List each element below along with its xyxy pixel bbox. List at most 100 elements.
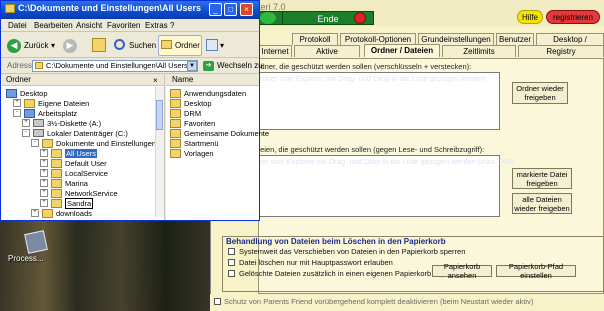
folder-icon [170, 108, 181, 118]
menu-ansicht[interactable]: Ansicht [76, 21, 102, 30]
list-item-label: Startmenü [184, 138, 219, 148]
list-item[interactable]: Desktop [170, 98, 212, 108]
tab-aktive-programme[interactable]: Aktive Programme [294, 45, 360, 67]
folder-tree-title: Ordner [6, 75, 31, 84]
explorer-title: C:\Dokumente und Einstellungen\All Users [18, 3, 202, 13]
desktop-icon [6, 88, 17, 98]
set-recycle-bin-path-button[interactable]: Papierkorb-Pfad einstellen [496, 262, 576, 280]
folder-icon [170, 138, 181, 148]
expand-icon[interactable]: + [13, 99, 21, 107]
register-button[interactable]: registrieren [546, 10, 600, 24]
expand-icon[interactable]: + [40, 169, 48, 177]
back-button-label[interactable]: Zurück [24, 41, 48, 50]
go-arrow-icon[interactable]: ➔ [203, 61, 214, 71]
close-button[interactable]: × [240, 3, 253, 16]
unlock-all-files-button[interactable]: alle Dateien wieder freigeben [512, 193, 572, 214]
list-item[interactable]: DRM [170, 108, 201, 118]
folder-icon [170, 148, 181, 158]
tab-zeitlimits[interactable]: Zeitlimits [442, 45, 516, 57]
forward-arrow-icon[interactable]: ▶ [63, 39, 77, 53]
menu-favoriten[interactable]: Favoriten [107, 21, 140, 30]
tree-scrollbar-thumb[interactable] [156, 100, 163, 130]
back-dropdown-icon[interactable]: ▾ [51, 41, 55, 50]
tree-item[interactable]: + downloads [31, 208, 92, 218]
tree-item-label: Dokumente und Einstellungen [56, 138, 157, 148]
expand-icon[interactable]: + [40, 149, 48, 157]
menu-datei[interactable]: Datei [8, 21, 27, 30]
address-value[interactable]: C:\Dokumente und Einstellungen\All Users [46, 61, 188, 70]
expand-icon[interactable]: + [22, 119, 30, 127]
folders-description: rdner, die geschützt werden sollen (vers… [258, 62, 472, 71]
help-button[interactable]: Hilfe [517, 10, 543, 24]
tree-item[interactable]: +3½-Diskette (A:) [22, 118, 101, 128]
tab-protokoll[interactable]: Protokoll [292, 33, 338, 45]
go-button-label[interactable]: Wechseln zu [217, 61, 263, 70]
tree-item[interactable]: + NetworkService [40, 188, 118, 198]
option-password-delete-checkbox[interactable] [228, 259, 235, 266]
expand-icon[interactable]: + [31, 209, 39, 217]
tree-item[interactable]: - Dokumente und Einstellungen [31, 138, 156, 148]
list-item[interactable]: Favoriten [170, 118, 215, 128]
option-copy-bin-checkbox[interactable] [228, 270, 235, 277]
menu-help[interactable]: ? [170, 21, 174, 30]
tab-registry[interactable]: Registry [518, 45, 604, 57]
tree-close-icon[interactable]: × [153, 76, 158, 85]
option-copy-bin-label: Gelöschte Dateien zusätzlich in einen ei… [239, 269, 463, 278]
tree-item[interactable]: + Marina [40, 178, 88, 188]
unlock-marked-file-button[interactable]: markierte Datei freigeben [512, 168, 572, 189]
folder-icon [170, 128, 181, 138]
expand-icon[interactable]: + [40, 199, 48, 207]
tab-ordner-dateien[interactable]: Ordner / Dateien [364, 44, 440, 57]
list-item[interactable]: Gemeinsame Dokumente [170, 128, 269, 138]
view-recycle-bin-button[interactable]: Papierkorb ansehen [432, 262, 492, 280]
collapse-icon[interactable]: - [31, 139, 39, 147]
tree-item[interactable]: - Arbeitsplatz [13, 108, 77, 118]
tab-desktop-deinstall[interactable]: Desktop / Deinstall [536, 33, 604, 55]
folder-icon [24, 98, 35, 108]
name-column-header[interactable]: Name [172, 75, 193, 84]
tree-item[interactable]: + All Users [40, 148, 98, 158]
tab-internet[interactable]: Internet [258, 45, 292, 57]
tree-item[interactable]: + Eigene Dateien [13, 98, 89, 108]
expand-icon[interactable]: + [40, 159, 48, 167]
list-item[interactable]: Anwendungsdaten [170, 88, 246, 98]
unlock-folder-button[interactable]: Ordner wieder freigeben [512, 82, 568, 104]
expand-icon[interactable]: + [40, 189, 48, 197]
collapse-icon[interactable]: - [13, 109, 21, 117]
maximize-button[interactable]: □ [224, 3, 237, 16]
tree-item[interactable]: + Sandra [40, 197, 94, 209]
views-dropdown-icon[interactable]: ▾ [220, 41, 224, 50]
list-item[interactable]: Vorlagen [170, 148, 214, 158]
folder-up-icon[interactable] [92, 38, 106, 52]
disable-protection-checkbox[interactable] [214, 298, 221, 305]
folder-icon [51, 148, 62, 158]
tree-item-label: Default User [65, 158, 107, 168]
tree-item[interactable]: + Default User [40, 158, 107, 168]
collapse-icon[interactable]: - [22, 129, 30, 137]
search-icon[interactable] [114, 39, 125, 50]
tree-item[interactable]: Desktop [4, 88, 48, 98]
minimize-button[interactable]: _ [209, 3, 222, 16]
views-icon[interactable] [206, 39, 218, 51]
disable-protection-label: Schutz von Parents Friend vorübergehend … [224, 297, 534, 306]
option-block-recycle-checkbox[interactable] [228, 248, 235, 255]
folders-button-label[interactable]: Ordner [175, 41, 200, 50]
tree-item-label: All Users [65, 148, 98, 158]
menu-extras[interactable]: Extras [145, 21, 168, 30]
tree-item-label: Eigene Dateien [38, 98, 90, 108]
folder-icon [170, 88, 181, 98]
list-item[interactable]: Startmenü [170, 138, 219, 148]
search-button-label[interactable]: Suchen [129, 41, 156, 50]
tab-benutzer[interactable]: Benutzer [496, 33, 534, 45]
folder-icon [170, 98, 181, 108]
expand-icon[interactable]: + [40, 179, 48, 187]
back-arrow-icon[interactable]: ◀ [7, 39, 21, 53]
tree-item[interactable]: - Lokaler Datenträger (C:) [22, 128, 128, 138]
menu-bearbeiten[interactable]: Bearbeiten [34, 21, 73, 30]
list-item-label: DRM [184, 108, 202, 118]
address-dropdown-icon[interactable]: ▼ [187, 61, 197, 71]
drive-icon [33, 119, 44, 127]
start-arrow-icon [260, 12, 276, 24]
desktop-icon-process[interactable]: Process... [8, 230, 63, 272]
tree-item[interactable]: + LocalService [40, 168, 108, 178]
